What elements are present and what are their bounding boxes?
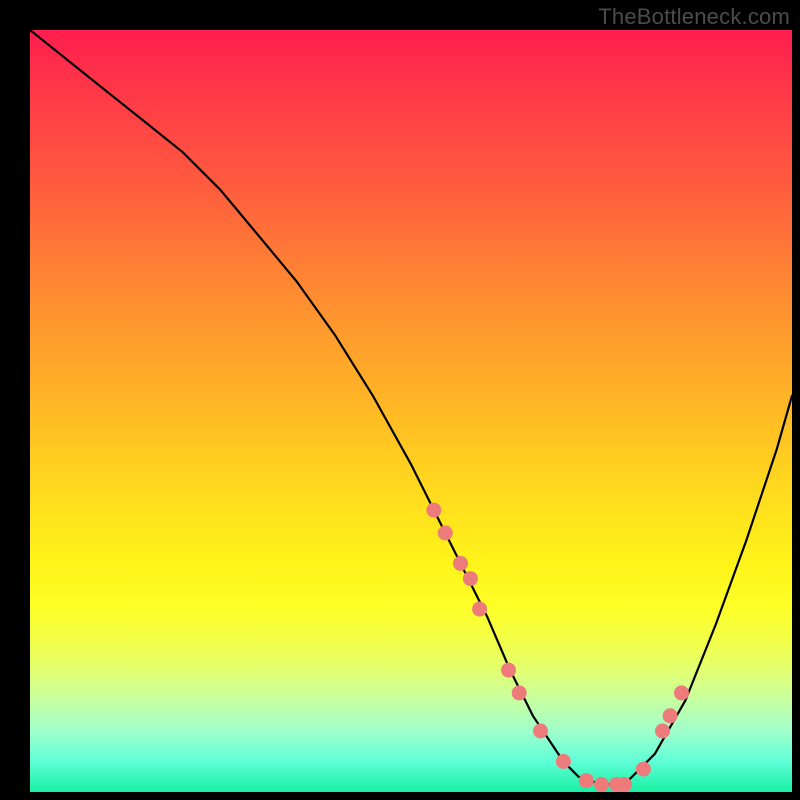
chart-container: TheBottleneck.com [0,0,800,800]
data-point [594,777,609,792]
data-point [674,685,689,700]
data-point [556,754,571,769]
dot-series [426,503,689,792]
data-point [617,777,632,792]
data-point [472,602,487,617]
watermark-text: TheBottleneck.com [598,4,790,30]
data-point [438,525,453,540]
data-point [426,503,441,518]
data-point [663,708,678,723]
data-point [636,762,651,777]
data-point [533,724,548,739]
data-point [463,571,478,586]
data-point [655,724,670,739]
data-point [579,773,594,788]
data-point [453,556,468,571]
data-point [501,663,516,678]
curve-line [30,30,792,784]
chart-svg [30,30,792,792]
data-point [512,685,527,700]
plot-area [30,30,792,792]
